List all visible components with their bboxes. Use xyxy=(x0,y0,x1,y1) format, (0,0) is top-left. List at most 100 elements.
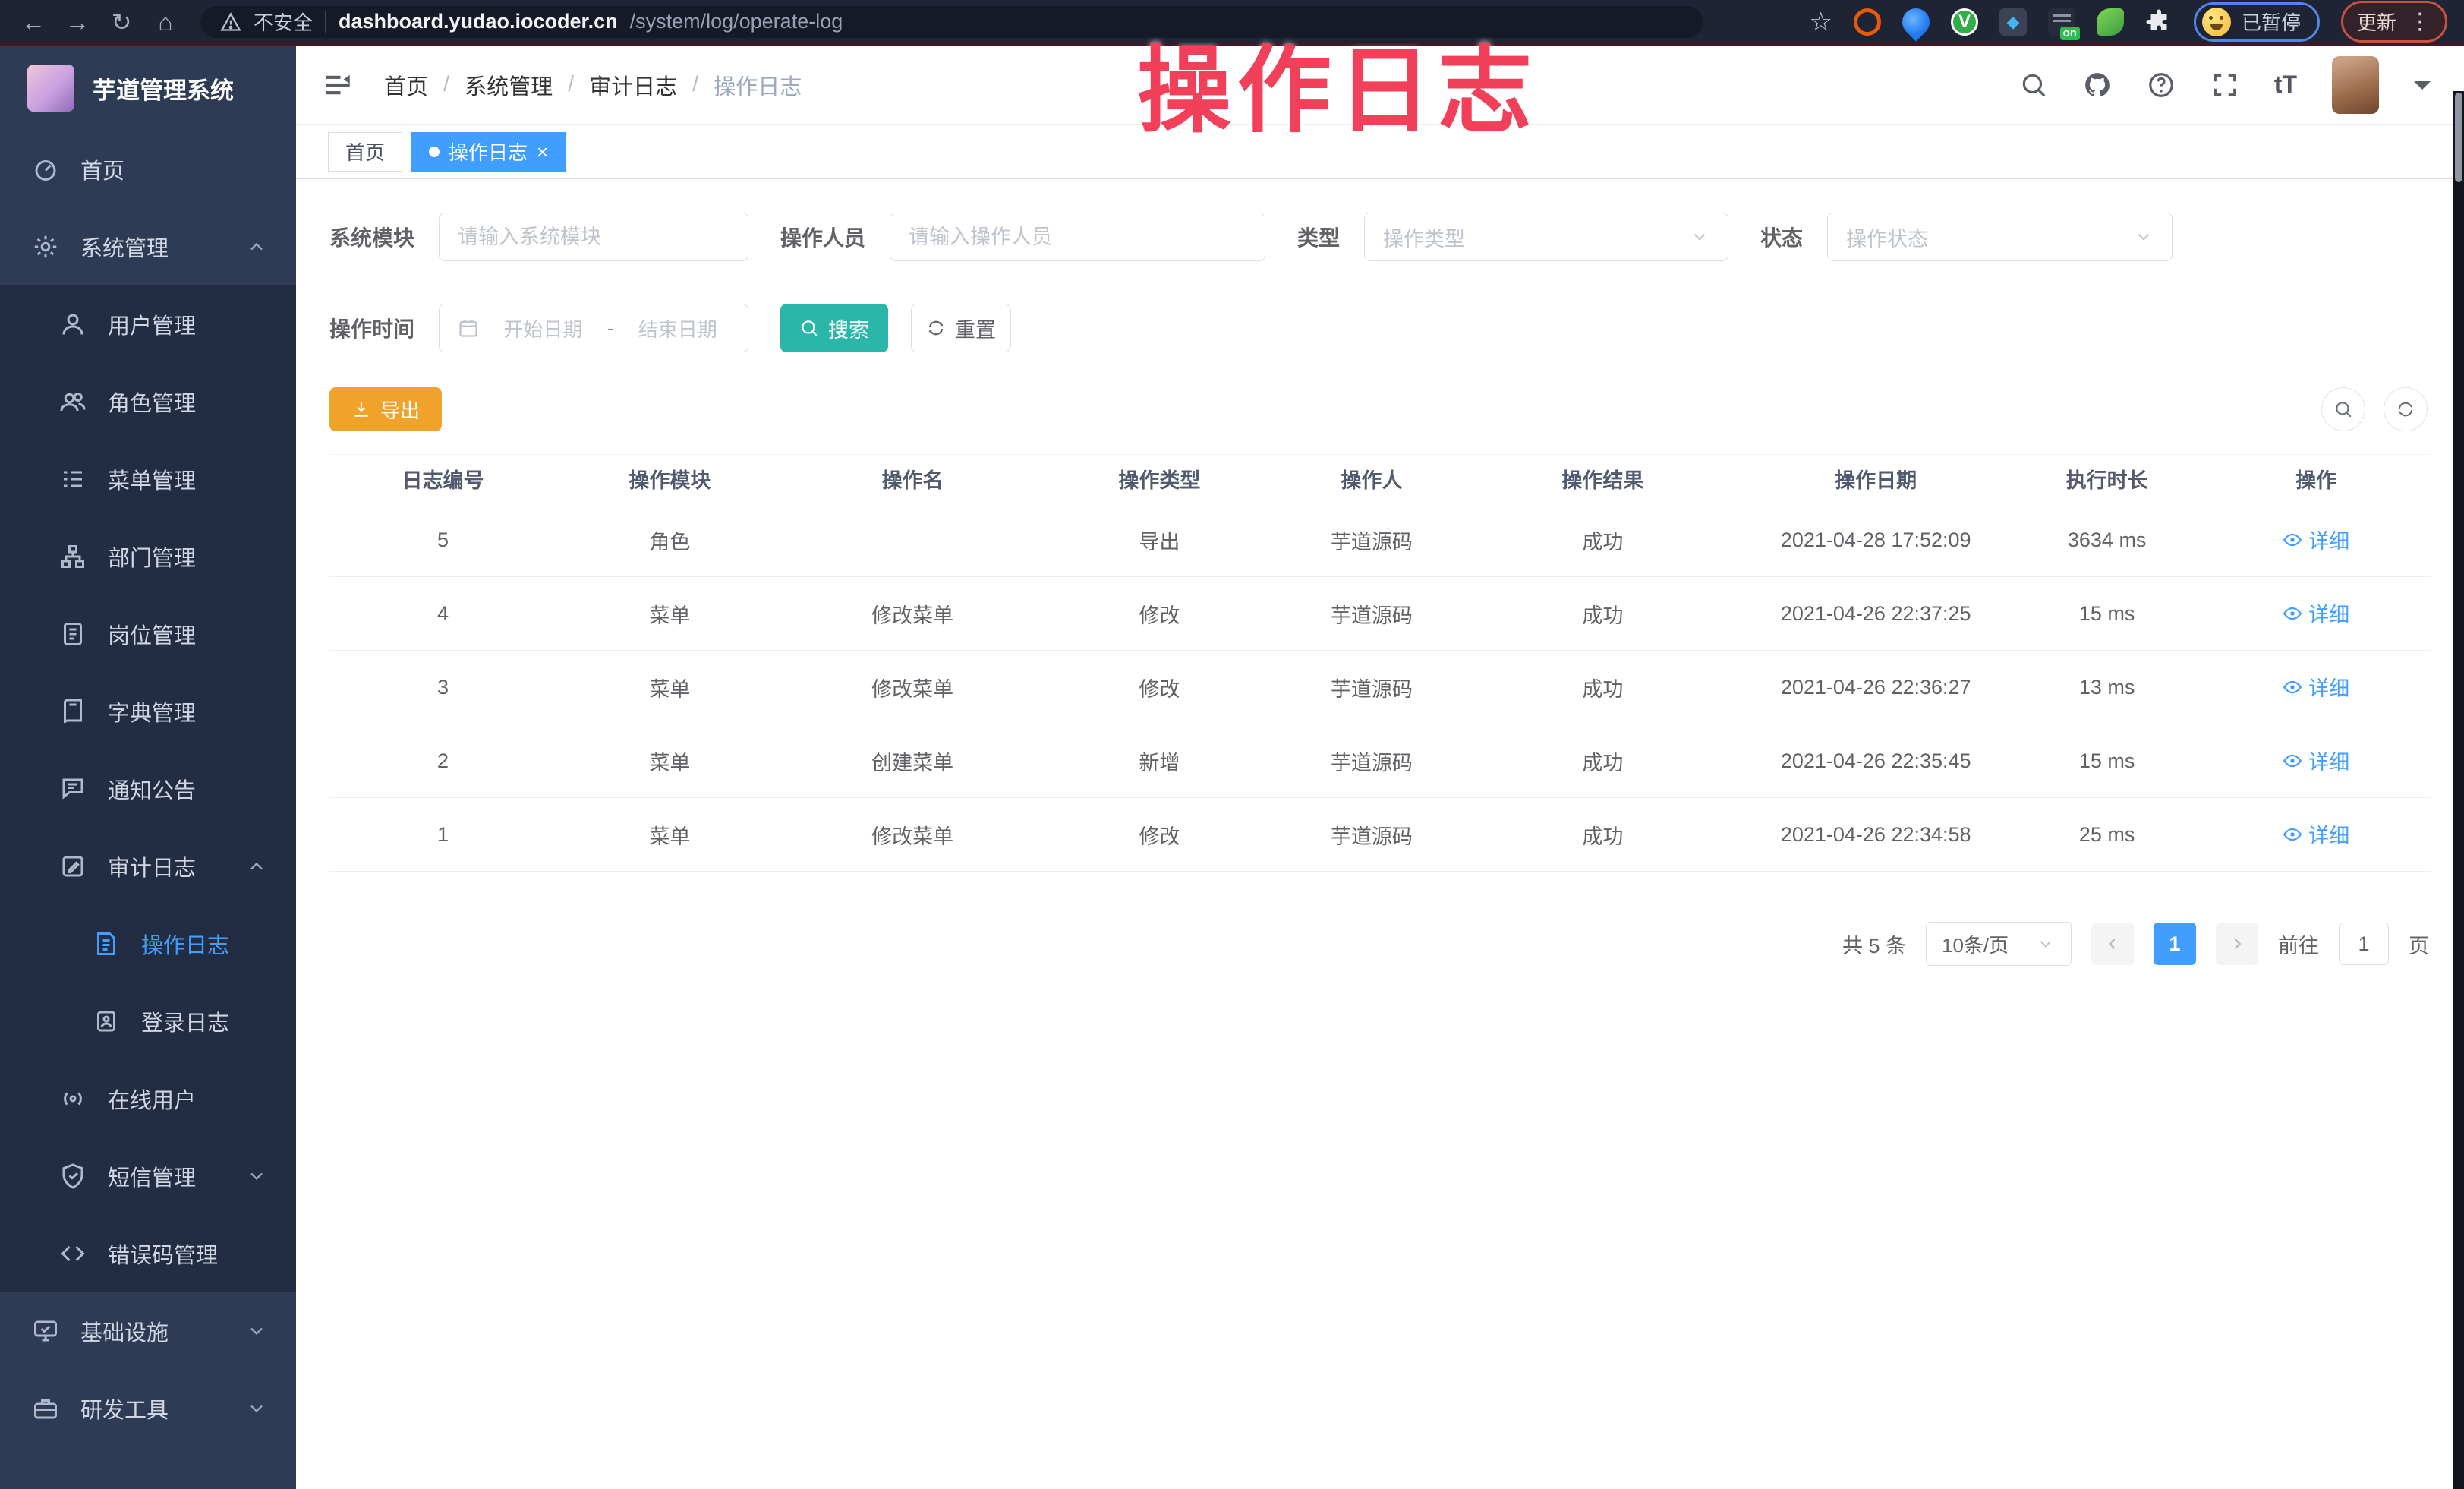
online-users-icon xyxy=(59,1085,87,1112)
profile-paused-pill[interactable]: 已暂停 xyxy=(2194,2,2320,42)
operate-log-table: 日志编号 操作模块 操作名 操作类型 操作人 操作结果 操作日期 执行时长 操作… xyxy=(329,454,2431,872)
sidebar-item-dict-mgmt[interactable]: 字典管理 xyxy=(0,673,296,750)
login-log-icon xyxy=(93,1008,120,1035)
search-icon[interactable] xyxy=(2019,71,2048,99)
reset-button[interactable]: 重置 xyxy=(911,304,1011,352)
help-icon[interactable] xyxy=(2147,71,2176,99)
breadcrumb-system[interactable]: 系统管理 xyxy=(465,69,553,101)
browser-back-button[interactable]: ← xyxy=(17,5,50,39)
main-panel: 首页 / 系统管理 / 审计日志 / 操作日志 tT 首页 xyxy=(296,46,2464,1489)
sidebar-item-system-mgmt[interactable]: 系统管理 xyxy=(0,208,296,285)
extension-icon-tampermonkey[interactable]: on xyxy=(2048,8,2075,36)
status-select[interactable]: 操作状态 xyxy=(1827,213,2173,261)
start-date-placeholder[interactable]: 开始日期 xyxy=(491,314,595,342)
breadcrumb-current: 操作日志 xyxy=(714,69,802,101)
chevron-down-icon xyxy=(246,1166,267,1187)
extension-icon-orange[interactable] xyxy=(1854,8,1881,36)
sidebar-item-error-code[interactable]: 错误码管理 xyxy=(0,1215,296,1292)
prev-page-button[interactable] xyxy=(2091,923,2134,965)
sidebar-logo[interactable]: 芋道管理系统 xyxy=(0,46,296,131)
avatar-caret-down-icon[interactable] xyxy=(2414,81,2431,98)
detail-link[interactable]: 详细 xyxy=(2283,746,2349,775)
announcement-icon xyxy=(59,775,87,803)
sidebar-item-user-mgmt[interactable]: 用户管理 xyxy=(0,285,296,363)
module-input[interactable] xyxy=(439,213,748,261)
tag-close-icon[interactable]: × xyxy=(537,142,548,162)
detail-link[interactable]: 详细 xyxy=(2283,819,2349,849)
fullscreen-icon[interactable] xyxy=(2210,71,2239,99)
toggle-search-button[interactable] xyxy=(2321,387,2365,431)
tag-home[interactable]: 首页 xyxy=(328,132,402,172)
user-avatar[interactable] xyxy=(2332,56,2379,114)
browser-update-button[interactable]: 更新 ⋮ xyxy=(2341,1,2447,43)
chevron-down-icon xyxy=(246,1320,267,1342)
sidebar-item-login-log[interactable]: 登录日志 xyxy=(0,983,296,1060)
page-scrollbar[interactable] xyxy=(2453,91,2464,1489)
export-button[interactable]: 导出 xyxy=(329,387,442,431)
detail-link[interactable]: 详细 xyxy=(2283,672,2349,702)
extension-icon-pin[interactable] xyxy=(1897,2,1936,41)
table-row: 3 菜单 修改菜单 修改 芋道源码 成功 2021-04-26 22:36:27… xyxy=(329,651,2431,724)
logo-image xyxy=(27,65,74,112)
org-tree-icon xyxy=(59,543,87,570)
date-range-picker[interactable]: 开始日期 - 结束日期 xyxy=(439,304,748,352)
sidebar-item-audit-log[interactable]: 审计日志 xyxy=(0,828,296,905)
sidebar-item-infrastructure[interactable]: 基础设施 xyxy=(0,1292,296,1370)
sidebar-item-sms-mgmt[interactable]: 短信管理 xyxy=(0,1137,296,1215)
dictionary-icon xyxy=(59,698,87,725)
refresh-table-button[interactable] xyxy=(2384,387,2428,431)
sidebar-item-dev-tools[interactable]: 研发工具 xyxy=(0,1370,296,1447)
sidebar-item-home[interactable]: 首页 xyxy=(0,131,296,208)
goto-page-input[interactable]: 1 xyxy=(2339,923,2389,965)
eye-icon xyxy=(2283,677,2302,697)
total-count: 共 5 条 xyxy=(1842,929,1906,959)
github-icon[interactable] xyxy=(2083,71,2112,99)
end-date-placeholder[interactable]: 结束日期 xyxy=(625,314,729,342)
detail-link[interactable]: 详细 xyxy=(2283,525,2349,554)
module-input-field[interactable] xyxy=(458,226,729,249)
type-select[interactable]: 操作类型 xyxy=(1364,213,1728,261)
sidebar-item-role-mgmt[interactable]: 角色管理 xyxy=(0,363,296,440)
update-label: 更新 xyxy=(2357,8,2396,36)
breadcrumb: 首页 / 系统管理 / 审计日志 / 操作日志 xyxy=(384,69,802,101)
extension-icon-diamond[interactable]: ◆ xyxy=(1999,8,2027,36)
extension-icon-v[interactable]: V xyxy=(1951,8,1978,36)
breadcrumb-home[interactable]: 首页 xyxy=(384,69,428,101)
sidebar-item-operate-log[interactable]: 操作日志 xyxy=(0,905,296,983)
bookmark-star-icon[interactable]: ☆ xyxy=(1809,7,1832,37)
browser-home-button[interactable]: ⌂ xyxy=(149,5,182,39)
chevron-up-icon xyxy=(246,856,267,877)
sidebar-item-menu-mgmt[interactable]: 菜单管理 xyxy=(0,440,296,518)
user-icon xyxy=(59,311,87,338)
page-size-select[interactable]: 10条/页 xyxy=(1926,922,2072,966)
shield-check-icon xyxy=(59,1162,87,1190)
sidebar-item-dept-mgmt[interactable]: 部门管理 xyxy=(0,518,296,595)
tag-operate-log-active[interactable]: 操作日志 × xyxy=(411,132,566,172)
paused-label: 已暂停 xyxy=(2242,8,2301,36)
operator-input[interactable] xyxy=(890,213,1265,261)
scrollbar-thumb[interactable] xyxy=(2455,93,2462,182)
search-button[interactable]: 搜索 xyxy=(780,304,888,352)
browser-forward-button[interactable]: → xyxy=(61,5,94,39)
sidebar-item-post-mgmt[interactable]: 岗位管理 xyxy=(0,595,296,673)
font-size-icon[interactable]: tT xyxy=(2274,71,2297,99)
sidebar-toggle-icon[interactable] xyxy=(322,69,354,101)
sidebar-item-online-users[interactable]: 在线用户 xyxy=(0,1060,296,1137)
sidebar-item-notice[interactable]: 通知公告 xyxy=(0,750,296,828)
extensions-puzzle-icon[interactable] xyxy=(2145,8,2173,36)
chevron-down-icon xyxy=(2036,934,2056,954)
chevron-down-icon xyxy=(2134,227,2154,247)
gear-icon xyxy=(32,233,59,260)
browser-menu-kebab-icon[interactable]: ⋮ xyxy=(2409,8,2431,35)
extension-icon-leaf[interactable] xyxy=(2097,8,2124,36)
operator-input-field[interactable] xyxy=(909,226,1246,249)
refresh-icon xyxy=(926,318,946,338)
next-page-button[interactable] xyxy=(2216,923,2258,965)
detail-link[interactable]: 详细 xyxy=(2283,598,2349,628)
breadcrumb-audit[interactable]: 审计日志 xyxy=(589,69,677,101)
current-page-button[interactable]: 1 xyxy=(2154,923,2196,965)
users-icon xyxy=(59,388,87,415)
browser-refresh-button[interactable]: ↻ xyxy=(105,5,138,39)
url-path: /system/log/operate-log xyxy=(630,10,843,33)
chevron-down-icon xyxy=(1690,227,1709,247)
